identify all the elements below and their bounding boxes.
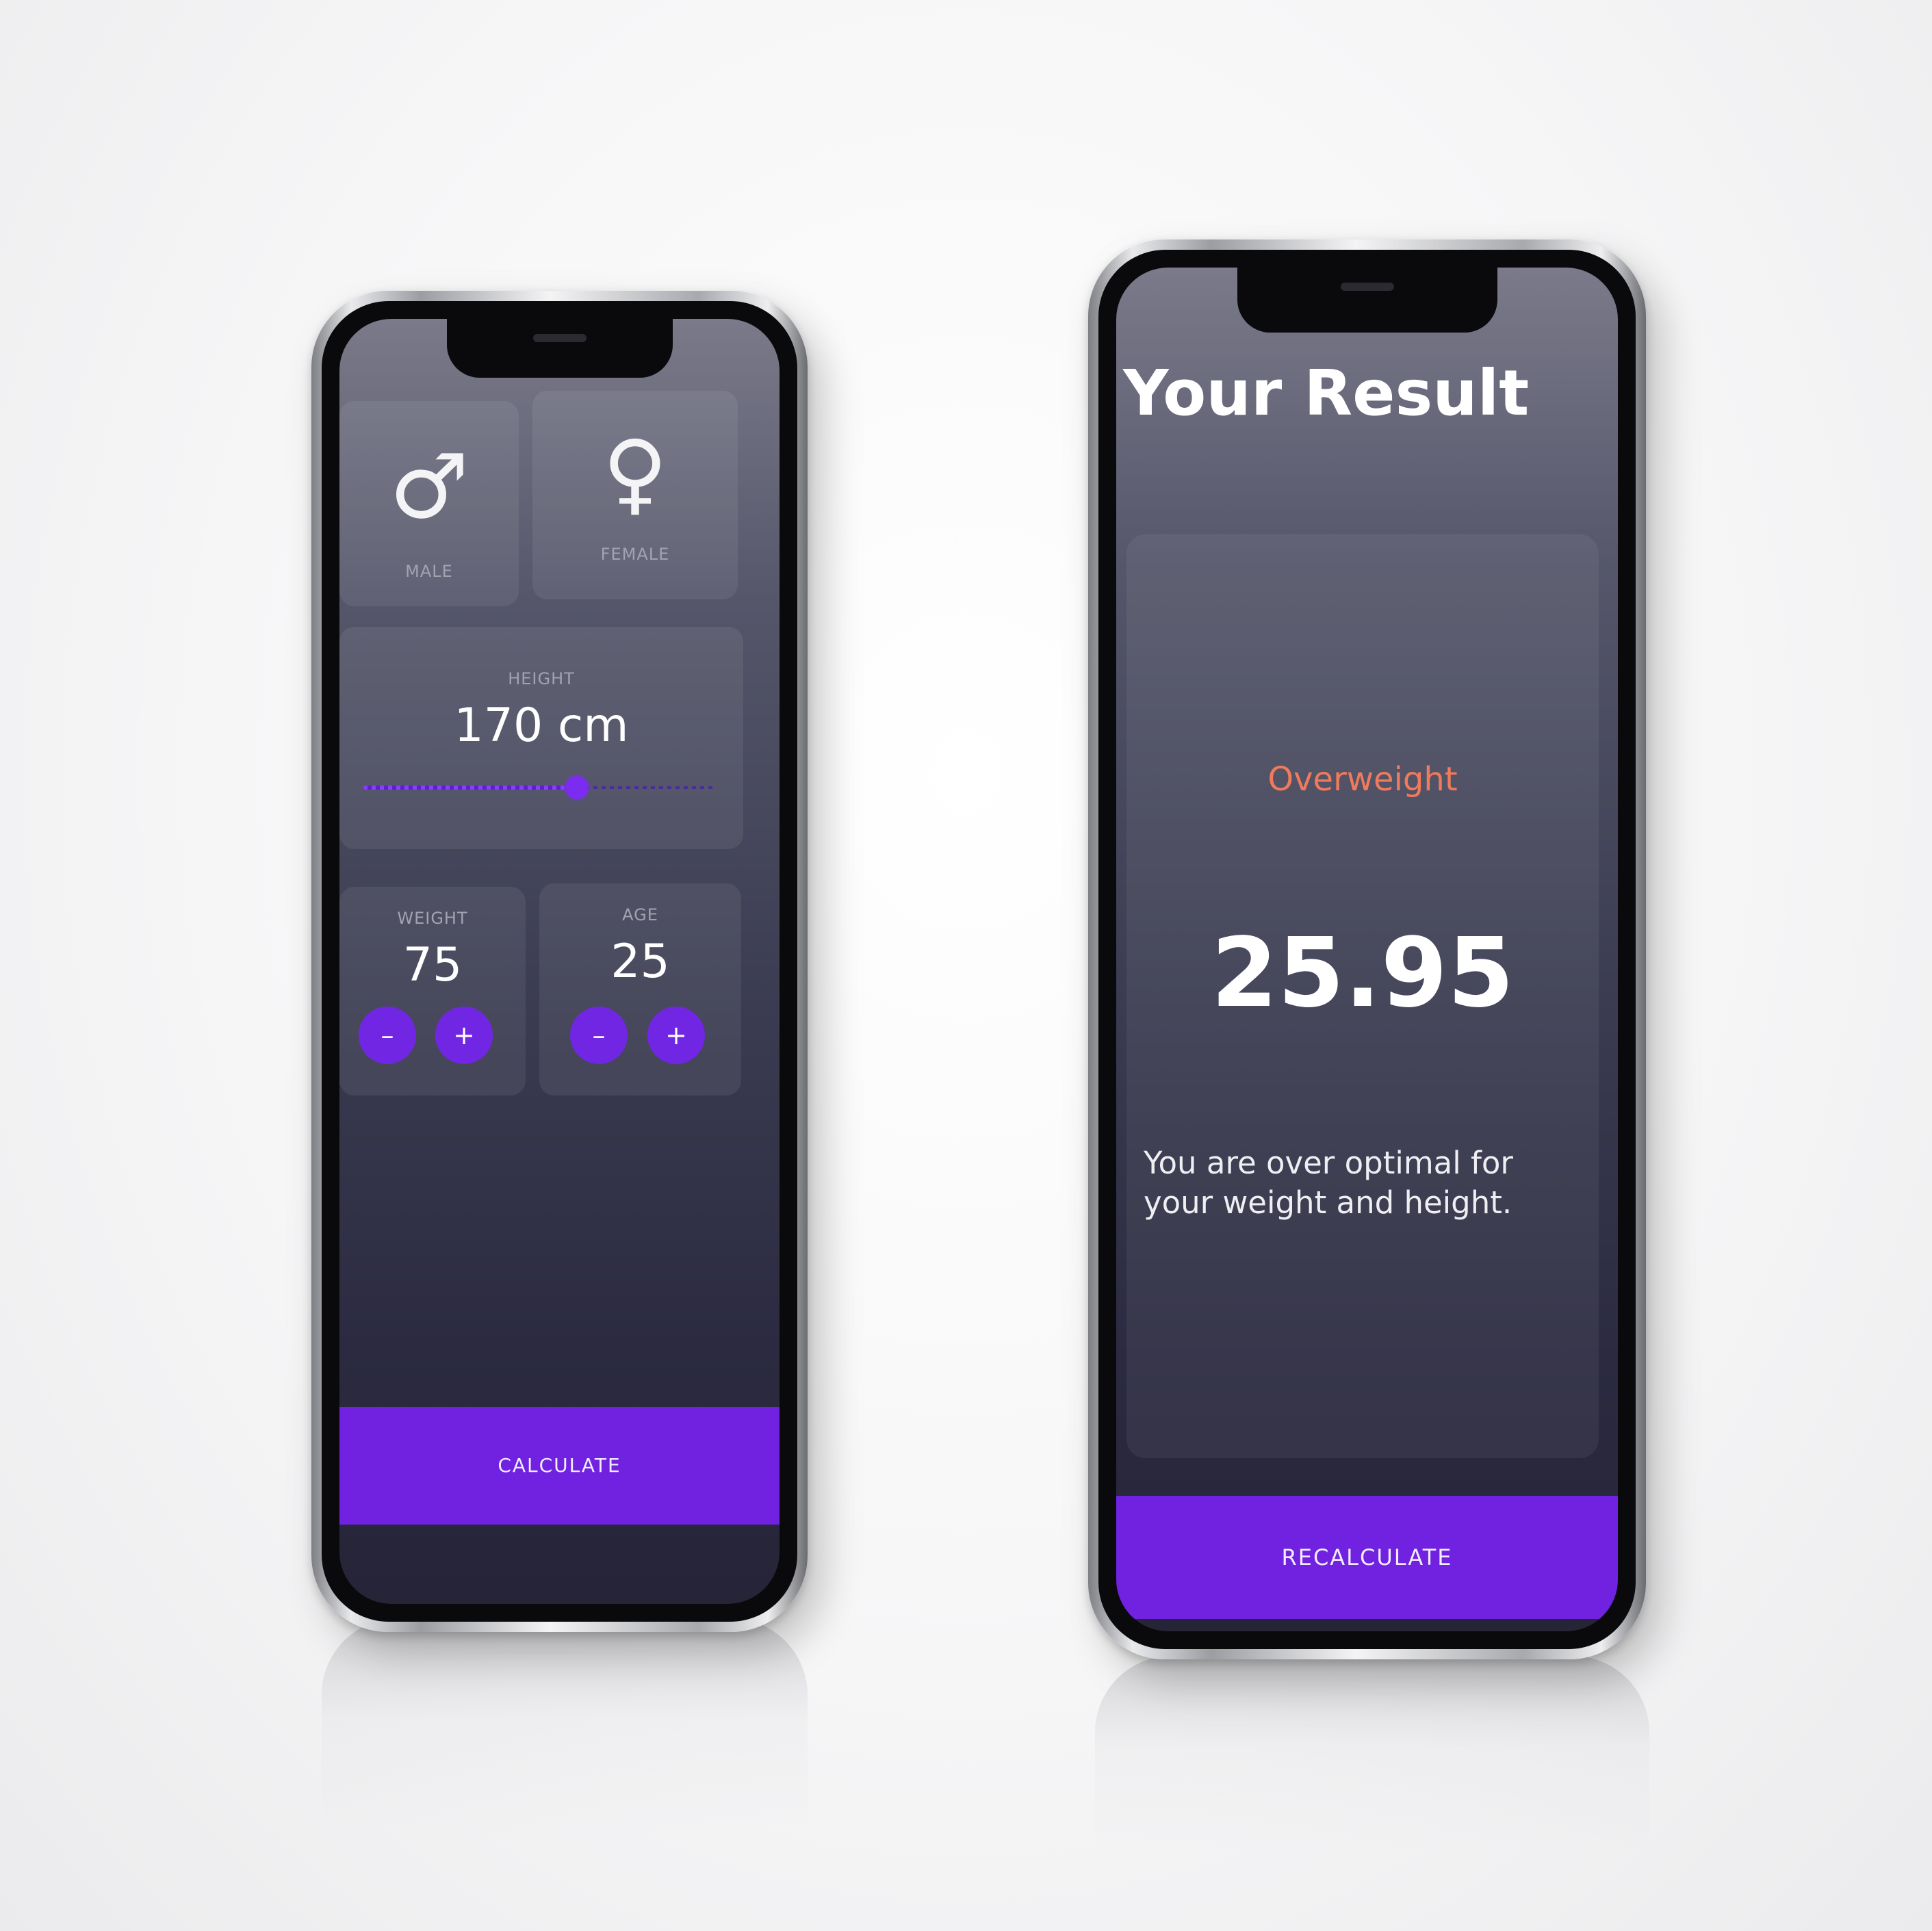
right-phone-reflection <box>1095 1656 1649 1916</box>
weight-label: WEIGHT <box>397 909 468 928</box>
weight-card: WEIGHT 75 – + <box>339 887 526 1096</box>
weight-value: 75 <box>402 938 463 992</box>
weight-plus-button[interactable]: + <box>435 1007 493 1064</box>
right-phone-bezel: Your Result Overweight 25.95 You are ove… <box>1098 250 1636 1649</box>
recalculate-button[interactable]: RECALCULATE <box>1116 1496 1618 1619</box>
male-card[interactable]: ♂ MALE <box>339 401 519 606</box>
notch <box>1237 268 1497 333</box>
speaker-grille <box>1340 283 1394 291</box>
left-phone: ♂ MALE ♀ FEMALE HEIGHT 170 cm WEIGHT 75 … <box>311 291 808 1632</box>
result-card: Overweight 25.95 You are over optimal fo… <box>1126 534 1599 1458</box>
age-label: AGE <box>622 905 658 924</box>
right-phone: Your Result Overweight 25.95 You are ove… <box>1088 239 1646 1659</box>
notch <box>446 319 673 378</box>
result-status: Overweight <box>1267 760 1458 799</box>
calculate-button[interactable]: CALCULATE <box>339 1407 780 1525</box>
bmi-value: 25.95 <box>1211 918 1515 1029</box>
result-title: Your Result <box>1123 357 1530 430</box>
weight-minus-button[interactable]: – <box>359 1007 416 1064</box>
male-icon: ♂ <box>389 435 469 539</box>
height-slider-thumb[interactable] <box>565 776 589 799</box>
female-label: FEMALE <box>600 545 670 564</box>
age-plus-button[interactable]: + <box>647 1007 705 1064</box>
height-slider-fill <box>363 786 578 790</box>
left-phone-screen: ♂ MALE ♀ FEMALE HEIGHT 170 cm WEIGHT 75 … <box>339 319 780 1604</box>
age-value: 25 <box>610 935 670 989</box>
speaker-grille <box>532 334 587 342</box>
male-label: MALE <box>405 562 453 581</box>
female-card[interactable]: ♀ FEMALE <box>532 391 738 599</box>
right-phone-screen: Your Result Overweight 25.95 You are ove… <box>1116 268 1618 1631</box>
left-phone-bezel: ♂ MALE ♀ FEMALE HEIGHT 170 cm WEIGHT 75 … <box>322 301 797 1622</box>
height-value: 170 cm <box>454 699 629 753</box>
female-icon: ♀ <box>602 421 668 525</box>
result-advice: You are over optimal for your weight and… <box>1144 1145 1513 1221</box>
height-label: HEIGHT <box>508 669 575 688</box>
left-phone-reflection <box>322 1618 808 1906</box>
age-card: AGE 25 – + <box>539 883 741 1096</box>
age-minus-button[interactable]: – <box>570 1007 628 1064</box>
height-card: HEIGHT 170 cm <box>339 627 743 849</box>
